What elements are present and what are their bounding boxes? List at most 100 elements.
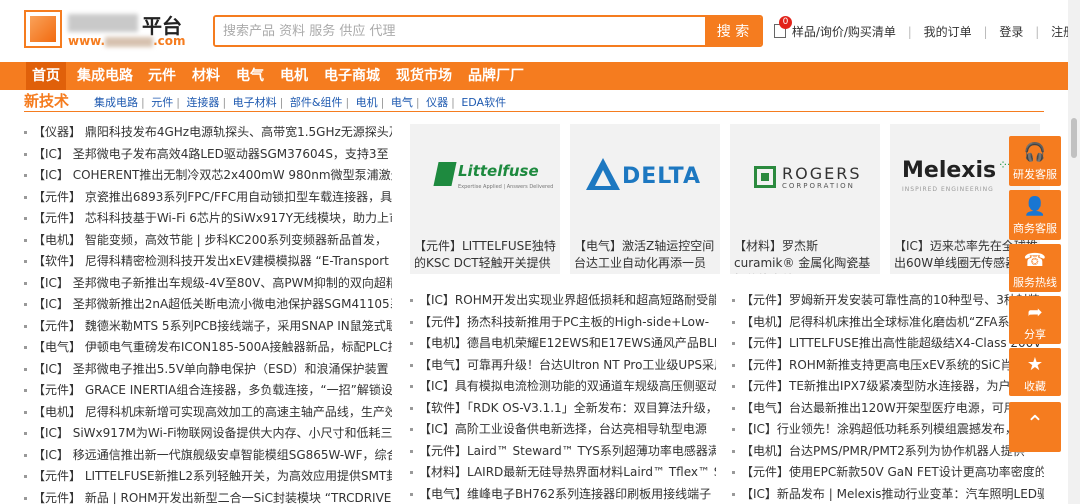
- scrollbar[interactable]: [1068, 0, 1080, 504]
- card-caption[interactable]: 【材料】罗杰斯curamik® 金属化陶瓷基板使能高效可: [734, 238, 878, 274]
- news-title[interactable]: 【元件】 LITTELFUSE新推L2系列轻触开关，为高效应用提供SMT封: [33, 469, 392, 483]
- news-item[interactable]: 【IC】行业领先！涂鸦超低功耗系列模组震撼发布，: [732, 419, 1044, 441]
- news-title[interactable]: 【IC】 SiWx917M为Wi-Fi物联网设备提供大内存、小尺寸和低耗三: [33, 426, 392, 440]
- news-title[interactable]: 【IC】 COHERENT推出无制冷双芯2x400mW 980nm微型泵浦激光: [33, 168, 392, 182]
- news-item[interactable]: 【电气】台达最新推出120W开架型医疗电源，可用于: [732, 398, 1044, 420]
- news-title[interactable]: 【IC】高阶工业设备供电新选择，台达亮相导轨型电源: [419, 422, 707, 436]
- nav-motor[interactable]: 电机: [280, 62, 308, 90]
- news-title[interactable]: 【元件】TE新推出IPX7级紧凑型防水连接器，为户外照: [741, 379, 1035, 393]
- news-title[interactable]: 【元件】罗姆新开发安装可靠性高的10种型号、3种封装: [741, 293, 1040, 307]
- news-item[interactable]: 【IC】 圣邦微电子新推出车规级-4V至80V、高PWM抑制的双向超精: [24, 273, 392, 295]
- category-link[interactable]: 电机: [356, 96, 378, 109]
- nav-mall[interactable]: 电子商城: [324, 62, 380, 90]
- share-button[interactable]: ➦ 分享: [1009, 296, 1061, 344]
- news-title[interactable]: 【IC】新品发布 | Melexis推动行业变革：汽车照明LED驱: [741, 487, 1044, 501]
- card-caption[interactable]: 【电气】激活Z轴运控空间 台达工业自动化再添一员: [574, 238, 718, 274]
- news-item[interactable]: 【元件】TE新推出IPX7级紧凑型防水连接器，为户外照: [732, 376, 1044, 398]
- news-title[interactable]: 【IC】 圣邦微电子新推出车规级-4V至80V、高PWM抑制的双向超精: [33, 276, 392, 290]
- news-item[interactable]: 【元件】使用EPC新款50V GaN FET设计更高功率密度的: [732, 462, 1044, 484]
- news-item[interactable]: 【IC】 COHERENT推出无制冷双芯2x400mW 980nm微型泵浦激光: [24, 165, 392, 187]
- news-item[interactable]: 【电机】尼得科机床推出全球标准化磨齿机“ZFA系列”: [732, 312, 1044, 334]
- news-title[interactable]: 【仪器】 鼎阳科技发布4GHz电源轨探头、高带宽1.5GHz无源探头及: [33, 125, 392, 139]
- news-item[interactable]: 【电气】维峰电子BH762系列连接器印刷板用接线端子: [410, 484, 716, 504]
- news-title[interactable]: 【元件】扬杰科技新推用于PC主板的High-side+Low-: [419, 315, 709, 329]
- nav-ic[interactable]: 集成电路: [77, 62, 133, 90]
- news-item[interactable]: 【电机】 智能变频，高效节能 | 步科KC200系列变频器新品首发，: [24, 230, 392, 252]
- search-button[interactable]: 搜 索: [705, 17, 761, 45]
- category-link[interactable]: 部件&组件: [290, 96, 343, 109]
- back-to-top-button[interactable]: ⌃: [1009, 402, 1061, 452]
- cart-icon[interactable]: 0: [774, 16, 792, 38]
- news-item[interactable]: 【元件】罗姆新开发安装可靠性高的10种型号、3种封装: [732, 290, 1044, 312]
- news-title[interactable]: 【元件】使用EPC新款50V GaN FET设计更高功率密度的: [741, 465, 1044, 479]
- news-item[interactable]: 【元件】 LITTELFUSE新推L2系列轻触开关，为高效应用提供SMT封: [24, 466, 392, 488]
- site-logo[interactable]: 平台 www. .com: [24, 10, 189, 50]
- news-item[interactable]: 【元件】 GRACE INERTIA组合连接器，多负载连接，“一招”解锁设: [24, 380, 392, 402]
- news-item[interactable]: 【仪器】 鼎阳科技发布4GHz电源轨探头、高带宽1.5GHz无源探头及: [24, 122, 392, 144]
- news-title[interactable]: 【电机】台达PMS/PMR/PMT2系列为协作机器人提供: [741, 444, 1025, 458]
- card-caption[interactable]: 【元件】LITTELFUSE独特的KSC DCT轻触开关提供双: [414, 238, 558, 274]
- news-item[interactable]: 【电机】德昌电机荣耀E12EWS和E17EWS通风产品BLDC: [410, 333, 716, 355]
- news-item[interactable]: 【IC】 圣邦微电子发布高效4路LED驱动器SGM37604S，支持3至: [24, 144, 392, 166]
- news-item[interactable]: 【元件】ROHM新推支持更高电压xEV系统的SiC肖特基: [732, 355, 1044, 377]
- scrollbar-thumb[interactable]: [1071, 118, 1077, 158]
- news-item[interactable]: 【元件】LITTELFUSE推出高性能超级结X4-Class 200V: [732, 333, 1044, 355]
- news-item[interactable]: 【IC】 SiWx917M为Wi-Fi物联网设备提供大内存、小尺寸和低耗三: [24, 423, 392, 445]
- news-title[interactable]: 【软件】 尼得科精密检测科技开发出xEV建模模拟器 “E-Transport: [33, 254, 389, 268]
- news-title[interactable]: 【电机】 智能变频，高效节能 | 步科KC200系列变频器新品首发，: [33, 233, 387, 247]
- news-card[interactable]: Littelfuse Expertise Applied | Answers D…: [410, 124, 560, 274]
- news-item[interactable]: 【软件】 尼得科精密检测科技开发出xEV建模模拟器 “E-Transport: [24, 251, 392, 273]
- news-item[interactable]: 【IC】高阶工业设备供电新选择，台达亮相导轨型电源: [410, 419, 716, 441]
- news-title[interactable]: 【IC】行业领先！涂鸦超低功耗系列模组震撼发布，: [741, 422, 1017, 436]
- news-item[interactable]: 【IC】 圣邦微电子推出5.5V单向静电保护（ESD）和浪涌保护装置: [24, 359, 392, 381]
- news-title[interactable]: 【元件】LITTELFUSE推出高性能超级结X4-Class 200V: [741, 336, 1042, 350]
- news-item[interactable]: 【IC】具有模拟电流检测功能的双通道车规级高压侧驱动: [410, 376, 716, 398]
- news-title[interactable]: 【电气】可靠再升级！台达Ultron NT Pro工业级UPS采用: [419, 358, 716, 372]
- news-item[interactable]: 【IC】 圣邦微新推出2nA超低关断电流小微电池保护器SGM41105系: [24, 294, 392, 316]
- news-title[interactable]: 【元件】 新品 | ROHM开发出新型二合一SiC封装模块 “TRCDRIVE: [33, 491, 391, 504]
- search-input[interactable]: [215, 17, 709, 45]
- news-item[interactable]: 【IC】ROHM开发出实现业界超低损耗和超高短路耐受能: [410, 290, 716, 312]
- sample-list-link[interactable]: 样品/询价/购买清单: [792, 25, 896, 39]
- news-title[interactable]: 【电机】德昌电机荣耀E12EWS和E17EWS通风产品BLDC: [419, 336, 716, 350]
- news-card[interactable]: ROGERS CORPORATION 【材料】罗杰斯curamik® 金属化陶瓷…: [730, 124, 880, 274]
- login-link[interactable]: 登录: [999, 25, 1023, 39]
- news-item[interactable]: 【软件】「RDK OS-V3.1.1」全新发布：双目算法升级，: [410, 398, 716, 420]
- news-title[interactable]: 【电气】维峰电子BH762系列连接器印刷板用接线端子: [419, 487, 711, 501]
- category-link[interactable]: 元件: [151, 96, 173, 109]
- category-link[interactable]: 连接器: [186, 96, 219, 109]
- news-item[interactable]: 【材料】LAIRD最新无硅导热界面材料Laird™ Tflex™ SF4: [410, 462, 716, 484]
- news-title[interactable]: 【元件】 京瓷推出6893系列FPC/FFC用自动锁扣型车载连接器，具有: [33, 190, 392, 204]
- news-title[interactable]: 【IC】ROHM开发出实现业界超低损耗和超高短路耐受能: [419, 293, 716, 307]
- news-card[interactable]: DELTA 【电气】激活Z轴运控空间 台达工业自动化再添一员: [570, 124, 720, 274]
- news-title[interactable]: 【IC】 圣邦微电子推出5.5V单向静电保护（ESD）和浪涌保护装置: [33, 362, 388, 376]
- category-link[interactable]: 电气: [391, 96, 413, 109]
- rd-service-button[interactable]: 🎧 研发客服: [1009, 136, 1061, 186]
- news-title[interactable]: 【材料】LAIRD最新无硅导热界面材料Laird™ Tflex™ SF4: [419, 465, 716, 479]
- category-link[interactable]: EDA软件: [461, 96, 506, 109]
- news-title[interactable]: 【元件】Laird™ Steward™ TYS系列超薄功率电感器满足: [419, 444, 716, 458]
- category-link[interactable]: 仪器: [426, 96, 448, 109]
- category-link[interactable]: 集成电路: [94, 96, 138, 109]
- news-title[interactable]: 【元件】 芯科科技基于Wi-Fi 6芯片的SiWx917Y无线模块，助力上市: [33, 211, 392, 225]
- news-item[interactable]: 【元件】扬杰科技新推用于PC主板的High-side+Low-: [410, 312, 716, 334]
- nav-home[interactable]: 首页: [26, 62, 66, 90]
- category-link[interactable]: 电子材料: [233, 96, 277, 109]
- nav-components[interactable]: 元件: [148, 62, 176, 90]
- news-item[interactable]: 【电气】可靠再升级！台达Ultron NT Pro工业级UPS采用: [410, 355, 716, 377]
- hotline-button[interactable]: ☎ 服务热线: [1009, 244, 1061, 292]
- news-title[interactable]: 【元件】ROHM新推支持更高电压xEV系统的SiC肖特基: [741, 358, 1036, 372]
- news-title[interactable]: 【IC】 移远通信推出新一代旗舰级安卓智能模组SG865W-WF，综合: [33, 448, 392, 462]
- nav-electrical[interactable]: 电气: [236, 62, 264, 90]
- news-item[interactable]: 【元件】 京瓷推出6893系列FPC/FFC用自动锁扣型车载连接器，具有: [24, 187, 392, 209]
- nav-materials[interactable]: 材料: [192, 62, 220, 90]
- news-title[interactable]: 【电气】 伊顿电气重磅发布ICON185-500A接触器新品，标配PLC控: [33, 340, 392, 354]
- favorite-button[interactable]: ★ 收藏: [1009, 348, 1061, 396]
- news-title[interactable]: 【元件】 GRACE INERTIA组合连接器，多负载连接，“一招”解锁设: [33, 383, 392, 397]
- news-item[interactable]: 【元件】 芯科科技基于Wi-Fi 6芯片的SiWx917Y无线模块，助力上市: [24, 208, 392, 230]
- news-item[interactable]: 【电机】台达PMS/PMR/PMT2系列为协作机器人提供: [732, 441, 1044, 463]
- business-service-button[interactable]: 👤 商务客服: [1009, 190, 1061, 240]
- news-item[interactable]: 【电机】 尼得科机床新增可实现高效加工的高速主轴产品线，生产效: [24, 402, 392, 424]
- my-orders-link[interactable]: 我的订单: [924, 25, 972, 39]
- news-title[interactable]: 【元件】 魏德米勒MTS 5系列PCB接线端子，采用SNAP IN鼠笼式联: [33, 319, 392, 333]
